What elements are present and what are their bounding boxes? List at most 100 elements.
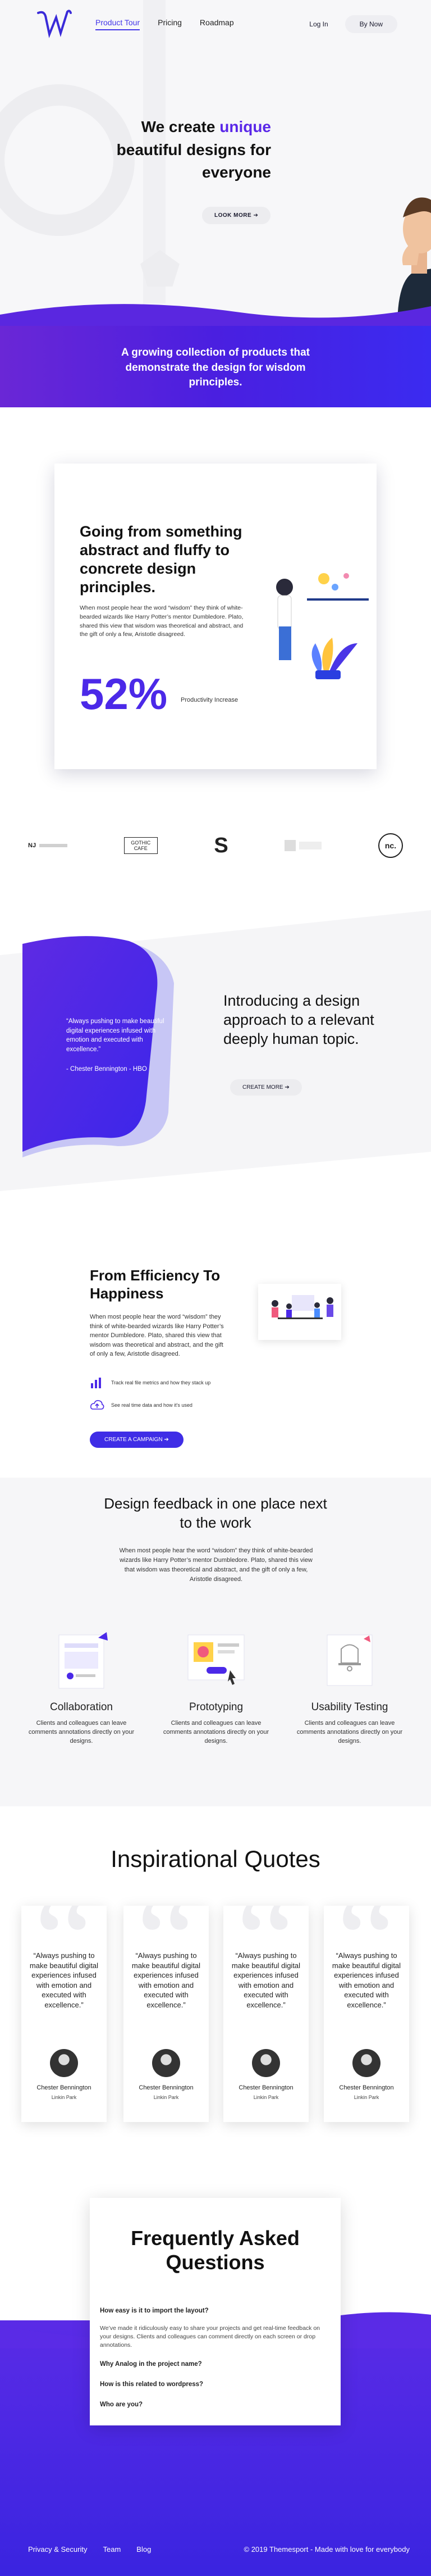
logo-grey-square — [285, 840, 296, 851]
bar-chart-icon — [91, 1378, 101, 1388]
intro-background-shapes — [0, 910, 431, 1191]
banner-text: A growing collection of products that de… — [121, 347, 310, 389]
top-nav: Product Tour Pricing Roadmap Log In By N… — [0, 0, 431, 48]
intro-quote-author: - Chester Bennington - HBO — [66, 1066, 147, 1073]
create-more-button[interactable]: CREATE MORE ➔ — [230, 1079, 302, 1096]
card-text: When most people hear the word “wisdom” … — [80, 605, 244, 638]
look-more-button[interactable]: LOOK MORE ➔ — [202, 207, 271, 224]
quote-text: “Always pushing to make beautiful digita… — [131, 1951, 201, 2009]
feature-prototyping: Prototyping Clients and colleagues can l… — [163, 1627, 269, 1746]
faq-question-analog[interactable]: Why Analog in the project name? — [100, 2361, 202, 2368]
efficiency-title: From Efficiency To Happiness — [90, 1267, 221, 1302]
productivity-value: 52% — [80, 669, 168, 719]
quote-author-company: Linkin Park — [354, 2095, 379, 2100]
avatar — [252, 2049, 280, 2077]
footer-link-blog[interactable]: Blog — [136, 2545, 151, 2554]
logo-grey-bar — [299, 842, 322, 849]
faq-question-wordpress[interactable]: How is this related to wordpress? — [100, 2381, 203, 2388]
intro-title: Introducing a design approach to a relev… — [223, 992, 374, 1047]
feature-realtime-text: See real time data and how it’s used — [111, 1402, 192, 1408]
logo-nc: nc. — [378, 833, 403, 858]
faq-question-import[interactable]: How easy is it to import the layout? — [100, 2307, 209, 2314]
quote-author-name: Chester Bennington — [139, 2084, 194, 2091]
quote-author-name: Chester Bennington — [239, 2084, 294, 2091]
collaboration-text: Clients and colleagues can leave comment… — [28, 1720, 135, 1744]
logo-nj-bar — [39, 844, 68, 847]
quote-card: “ “Always pushing to make beautiful digi… — [123, 1906, 209, 2122]
logo-gothic-cafe: GOTHIC CAFE — [123, 837, 158, 854]
quote-author-company: Linkin Park — [153, 2095, 179, 2100]
buy-now-button[interactable]: By Now — [345, 15, 397, 33]
prototyping-text: Clients and colleagues can leave comment… — [163, 1720, 269, 1744]
cloud-upload-icon — [90, 1400, 104, 1410]
feature-metrics-text: Track real file metrics and how they sta… — [111, 1380, 211, 1385]
quote-author-name: Chester Bennington — [36, 2084, 91, 2091]
woman-plants-illustration — [276, 573, 369, 679]
hero-title-pre: We create — [141, 118, 216, 135]
prototyping-title: Prototyping — [189, 1701, 244, 1713]
nav-actions: Log In By Now — [309, 15, 397, 33]
avatar — [152, 2049, 180, 2077]
card-title: Going from something abstract and fluffy… — [80, 523, 242, 596]
partner-logos: NJ GOTHIC CAFE S nc. — [28, 829, 403, 862]
team-meeting-illustration — [258, 1284, 341, 1340]
faq-question-who[interactable]: Who are you? — [100, 2401, 143, 2408]
logo-s-text: S — [214, 833, 228, 857]
footer: Privacy & Security Team Blog © 2019 Them… — [28, 2545, 410, 2554]
login-link[interactable]: Log In — [309, 20, 328, 28]
feedback-title: Design feedback in one place next to the… — [0, 1494, 431, 1533]
avatar — [352, 2049, 380, 2077]
faq-title: Frequently Asked Questions — [131, 2227, 300, 2274]
efficiency-text: When most people hear the word “wisdom” … — [90, 1314, 224, 1357]
avatar — [50, 2049, 78, 2077]
hero-wave-shape — [0, 304, 431, 326]
hero-title-post: beautiful designs for everyone — [116, 140, 271, 181]
intro-quote: “Always pushing to make beautiful digita… — [66, 1018, 164, 1053]
usability-testing-illustration — [327, 1634, 373, 1686]
brand-logo-icon[interactable] — [34, 7, 73, 41]
logo-s: S — [214, 834, 228, 858]
create-campaign-button[interactable]: CREATE A CAMPAIGN ➔ — [90, 1432, 184, 1448]
feature-usability-testing: Usability Testing Clients and colleagues… — [296, 1627, 403, 1746]
quote-text: “Always pushing to make beautiful digita… — [231, 1951, 301, 2009]
nav-link-roadmap[interactable]: Roadmap — [200, 18, 234, 30]
feedback-text: When most people hear the word “wisdom” … — [119, 1547, 313, 1583]
quote-author-company: Linkin Park — [253, 2095, 279, 2100]
usability-testing-text: Clients and colleagues can leave comment… — [296, 1720, 403, 1744]
nav-link-product-tour[interactable]: Product Tour — [95, 18, 140, 30]
quotes-title: Inspirational Quotes — [111, 1846, 320, 1872]
footer-copyright: © 2019 Themesport - Made with love for e… — [244, 2545, 410, 2554]
feature-realtime: See real time data and how it’s used — [90, 1399, 192, 1411]
logo-nc-text: nc. — [384, 841, 397, 850]
nav-links: Product Tour Pricing Roadmap — [95, 18, 234, 30]
logo-nj: NJ — [28, 842, 68, 849]
feedback-title-text: Design feedback in one place next to the… — [104, 1495, 327, 1531]
quote-card: “ “Always pushing to make beautiful digi… — [324, 1906, 409, 2122]
hero-title-highlight: unique — [219, 118, 271, 135]
footer-link-team[interactable]: Team — [103, 2545, 121, 2554]
hero-section: We create unique beautiful designs for e… — [0, 0, 431, 326]
logo-grey-mark — [285, 840, 322, 851]
quote-author-name: Chester Bennington — [339, 2084, 394, 2091]
productivity-label: Productivity Increase — [181, 697, 239, 703]
faq-answer-import: We’ve made it ridiculously easy to share… — [100, 2325, 320, 2349]
prototyping-illustration — [187, 1634, 245, 1685]
usability-testing-title: Usability Testing — [311, 1701, 388, 1713]
collaboration-illustration — [58, 1632, 108, 1689]
quote-text: “Always pushing to make beautiful digita… — [29, 1951, 99, 2009]
feature-collaboration: Collaboration Clients and colleagues can… — [28, 1627, 135, 1746]
wisdom-banner: A growing collection of products that de… — [0, 326, 431, 407]
faq-card: Frequently Asked Questions How easy is i… — [90, 2198, 341, 2425]
logo-nj-text: NJ — [28, 842, 36, 849]
footer-link-privacy[interactable]: Privacy & Security — [28, 2545, 87, 2554]
productivity-card: Going from something abstract and fluffy… — [54, 464, 377, 769]
quote-author-company: Linkin Park — [51, 2095, 77, 2100]
nav-link-pricing[interactable]: Pricing — [158, 18, 182, 30]
collaboration-title: Collaboration — [50, 1701, 113, 1713]
quote-card: “ “Always pushing to make beautiful digi… — [223, 1906, 309, 2122]
logo-gothic-cafe-text: GOTHIC CAFE — [131, 840, 151, 851]
feature-metrics: Track real file metrics and how they sta… — [90, 1376, 210, 1389]
quote-text: “Always pushing to make beautiful digita… — [332, 1951, 401, 2009]
hero-title: We create unique beautiful designs for e… — [103, 116, 271, 184]
quote-card: “ “Always pushing to make beautiful digi… — [21, 1906, 107, 2122]
